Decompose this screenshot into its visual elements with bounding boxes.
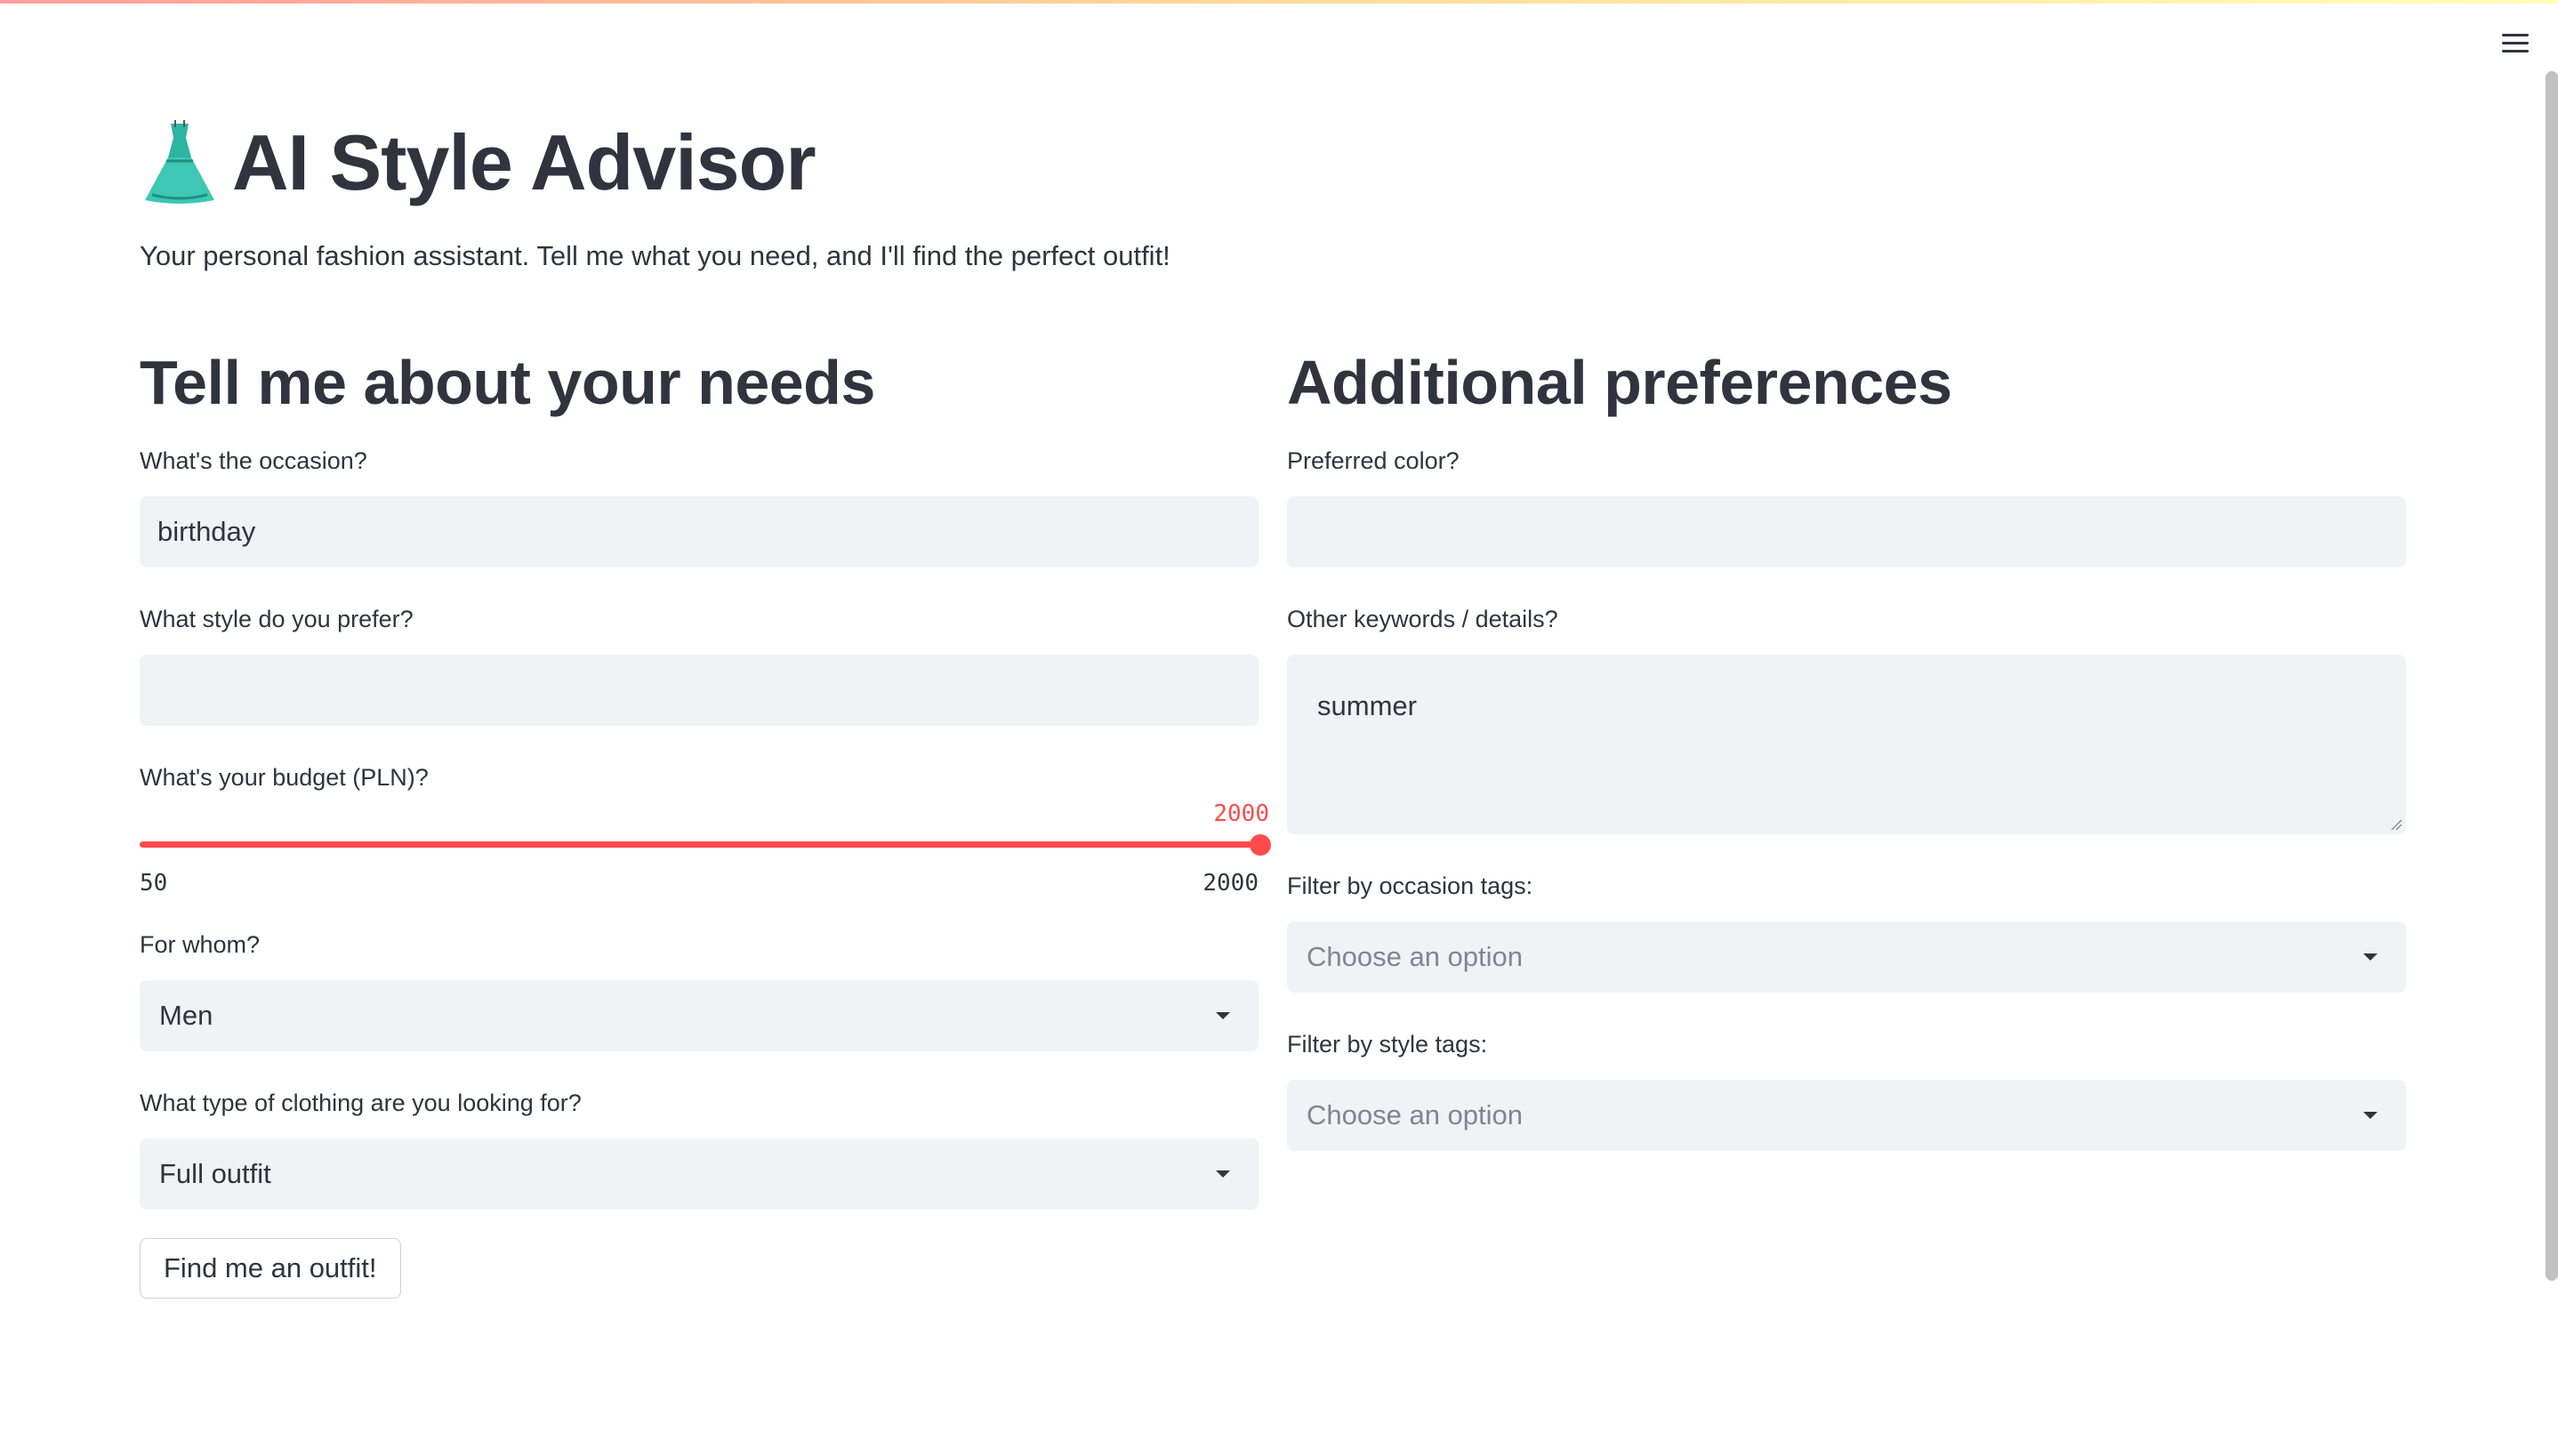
- clothing-type-label: What type of clothing are you looking fo…: [140, 1090, 582, 1116]
- style-label: What style do you prefer?: [140, 606, 414, 632]
- for-whom-value: Men: [159, 1000, 213, 1031]
- budget-slider-min: 50: [140, 870, 168, 897]
- color-label: Preferred color?: [1287, 447, 1460, 474]
- style-tags-placeholder: Choose an option: [1307, 1099, 1524, 1130]
- chevron-down-icon: [2363, 953, 2377, 961]
- keywords-value: summer: [1317, 690, 1417, 721]
- budget-slider-thumb[interactable]: [1250, 834, 1271, 856]
- clothing-type-select[interactable]: Full outfit: [140, 1138, 1259, 1210]
- budget-slider-max: 2000: [1203, 870, 1259, 897]
- style-tags-label: Filter by style tags:: [1287, 1031, 1488, 1058]
- needs-column: Tell me about your needs What's the occa…: [140, 338, 1271, 1299]
- page-title: AI Style Advisor: [232, 118, 816, 206]
- hamburger-menu-icon: [2502, 33, 2529, 36]
- chevron-down-icon: [2363, 1112, 2377, 1119]
- for-whom-label: For whom?: [140, 931, 261, 958]
- for-whom-select[interactable]: Men: [140, 980, 1259, 1051]
- find-outfit-button[interactable]: Find me an outfit!: [140, 1238, 401, 1299]
- chevron-down-icon: [1216, 1170, 1230, 1178]
- page-scrollbar[interactable]: [2546, 71, 2558, 1281]
- occasion-input[interactable]: birthday: [140, 496, 1259, 567]
- top-decoration-bar: [0, 0, 2558, 4]
- clothing-type-value: Full outfit: [159, 1158, 271, 1189]
- style-tags-select[interactable]: Choose an option: [1287, 1080, 2406, 1151]
- budget-slider[interactable]: 2000 50 2000: [140, 795, 1271, 897]
- occasion-label: What's the occasion?: [140, 447, 367, 474]
- budget-slider-value: 2000: [1213, 800, 1269, 827]
- main-menu-button[interactable]: [2498, 25, 2533, 60]
- occasion-tags-select[interactable]: Choose an option: [1287, 921, 2406, 993]
- budget-label: What's your budget (PLN)?: [140, 764, 429, 791]
- occasion-tags-placeholder: Choose an option: [1307, 941, 1524, 972]
- needs-heading: Tell me about your needs: [140, 348, 875, 417]
- budget-slider-track[interactable]: [140, 841, 1259, 848]
- keywords-label: Other keywords / details?: [1287, 606, 1558, 632]
- occasion-tags-label: Filter by occasion tags:: [1287, 873, 1533, 899]
- title-row: AI Style Advisor: [140, 114, 816, 212]
- preferences-column: Additional preferences Preferred color? …: [1287, 338, 2406, 1151]
- color-input[interactable]: [1287, 496, 2406, 567]
- chevron-down-icon: [1216, 1012, 1230, 1019]
- resize-grip-icon[interactable]: [2390, 818, 2402, 831]
- style-input[interactable]: [140, 655, 1259, 726]
- keywords-textarea[interactable]: summer: [1287, 655, 2406, 834]
- preferences-heading: Additional preferences: [1287, 348, 1952, 417]
- dress-icon: [145, 120, 214, 204]
- page-subtitle: Your personal fashion assistant. Tell me…: [140, 240, 1170, 271]
